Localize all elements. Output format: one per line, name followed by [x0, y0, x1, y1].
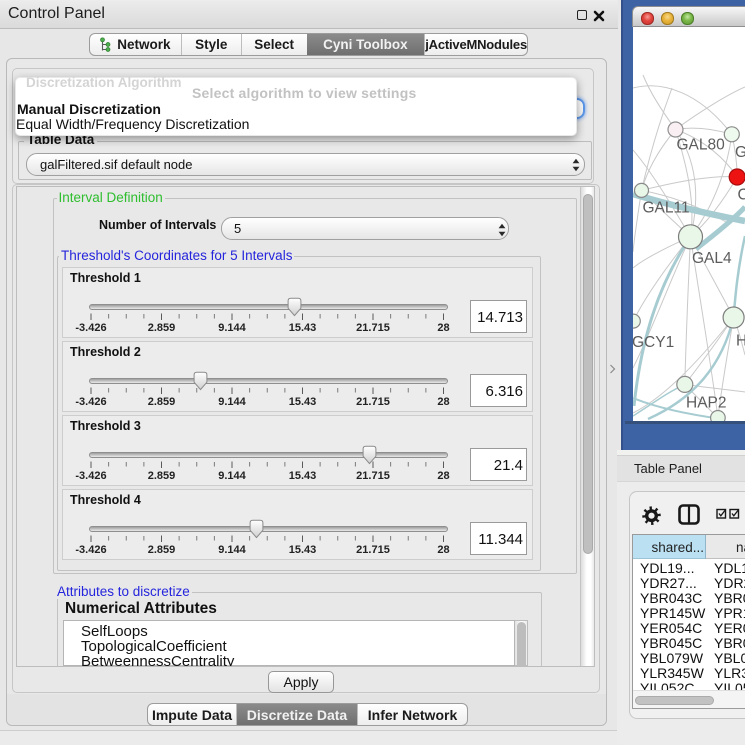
svg-text:HA: HA [736, 333, 745, 350]
svg-text:GAL7: GAL7 [735, 144, 745, 161]
svg-text:GAL80: GAL80 [677, 137, 726, 154]
svg-text:GAL4: GAL4 [692, 250, 732, 267]
svg-text:HAP2: HAP2 [686, 395, 727, 412]
svg-text:GCY1: GCY1 [633, 334, 674, 351]
svg-text:CY: CY [738, 187, 745, 204]
svg-text:GAL11: GAL11 [643, 200, 690, 217]
